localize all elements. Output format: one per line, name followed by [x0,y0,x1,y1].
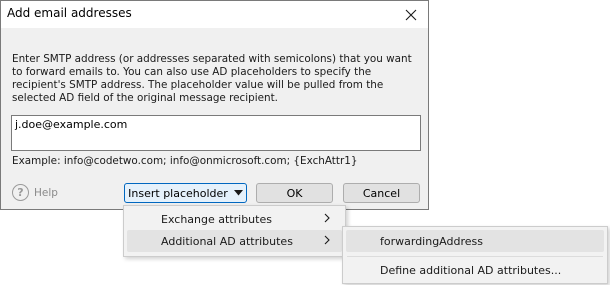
add-email-addresses-dialog: Add email addresses Enter SMTP address (… [0,0,429,210]
insert-placeholder-label: Insert placeholder [128,186,228,200]
insert-placeholder-menu: Exchange attributes Additional AD attrib… [123,205,346,257]
menu-item-additional-ad-attributes[interactable]: Additional AD attributes [127,230,342,252]
submenu-item-label: forwardingAddress [380,234,483,248]
screen: Add email addresses Enter SMTP address (… [0,0,610,285]
chevron-right-icon [324,235,330,245]
submenu-item-label: Define additional AD attributes... [380,263,562,277]
chevron-right-icon [324,213,330,223]
menu-item-exchange-attributes[interactable]: Exchange attributes [127,208,342,230]
close-button[interactable] [394,1,428,28]
submenu-item-forwarding-address[interactable]: forwardingAddress [346,230,604,252]
submenu-item-define-additional-attributes[interactable]: Define additional AD attributes... [346,259,604,281]
email-address-input[interactable]: j.doe@example.com [11,115,421,151]
close-icon [405,9,417,20]
additional-ad-attributes-submenu: forwardingAddress Define additional AD a… [342,226,608,284]
triangle-down-icon [233,190,243,196]
insert-placeholder-button[interactable]: Insert placeholder [124,183,247,203]
title-bar: Add email addresses [1,1,428,28]
menu-separator [347,256,603,257]
help-circle-icon: ? [12,184,29,201]
cancel-button[interactable]: Cancel [343,183,420,203]
dialog-title: Add email addresses [7,6,132,20]
ok-button[interactable]: OK [256,183,333,203]
instructions-text: Enter SMTP address (or addresses separat… [12,53,412,104]
menu-item-label: Additional AD attributes [161,234,293,248]
example-text: Example: info@codetwo.com; info@onmicros… [12,155,358,167]
menu-item-label: Exchange attributes [161,212,272,226]
help-link[interactable]: ? Help [12,184,58,201]
cancel-label: Cancel [362,186,401,200]
ok-label: OK [286,186,303,200]
help-label: Help [34,186,58,199]
